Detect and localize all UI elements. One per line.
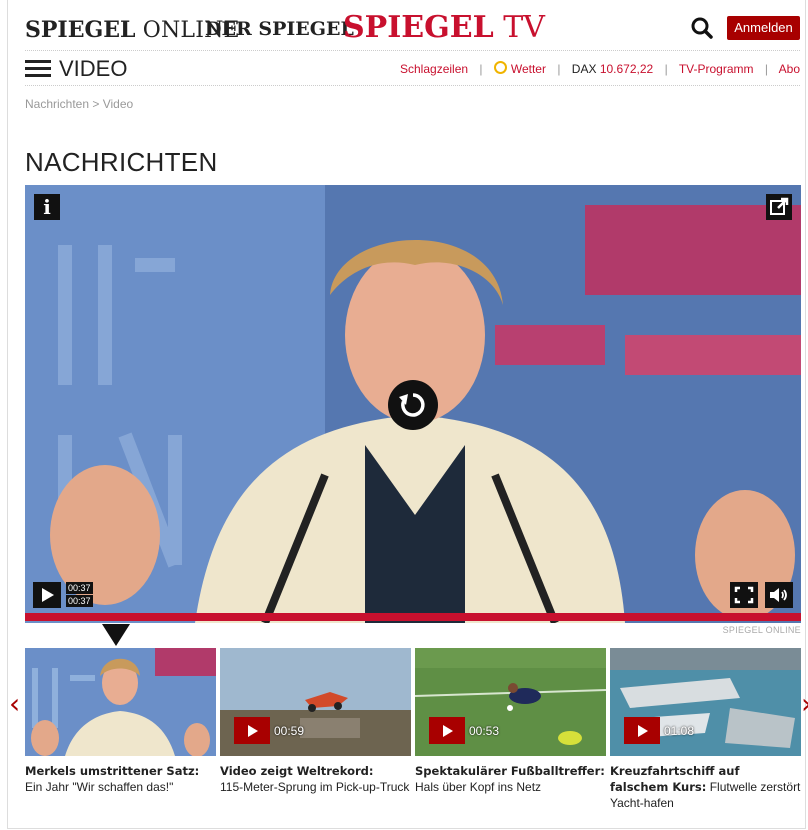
duration-time: 00:37: [66, 595, 93, 607]
separator: |: [479, 62, 483, 76]
playlist-caption: Kreuzfahrtschiff auf falschem Kurs: Flut…: [610, 764, 801, 810]
playlist-prev-arrow[interactable]: ‹: [9, 687, 20, 720]
replay-icon[interactable]: [388, 380, 438, 430]
playlist-item[interactable]: 01:08 Kreuzfahrtschiff auf falschem Kurs…: [610, 648, 801, 811]
thumbnail: 00:53: [415, 648, 606, 756]
brand-row: SPIEGEL ONLINE DER SPIEGEL SPIEGEL TV An…: [25, 10, 800, 50]
playlist-item[interactable]: Merkels umstrittener Satz: Ein Jahr "Wir …: [25, 648, 216, 795]
breadcrumb-video[interactable]: Video: [103, 97, 133, 111]
play-button[interactable]: [33, 582, 61, 608]
video-player[interactable]: i 00:37 00:37: [25, 185, 801, 623]
video-duration: 00:59: [274, 724, 305, 738]
current-video-pointer: [102, 624, 130, 646]
search-icon[interactable]: [690, 16, 714, 40]
video-duration: 00:53: [469, 724, 500, 738]
playlist-item[interactable]: 00:59 Video zeigt Weltrekord: 115-Meter-S…: [220, 648, 411, 795]
video-duration: 01:08: [664, 724, 695, 738]
thumbnail: 00:59: [220, 648, 411, 756]
link-tv-programm[interactable]: TV-Programm: [679, 62, 754, 76]
playlist-caption: Spektakulärer Fußballtreffer: Hals über K…: [415, 764, 605, 794]
top-links: Schlagzeilen | Wetter | DAX 10.672,22 | …: [400, 61, 800, 76]
page-title: NACHRICHTEN: [25, 147, 218, 177]
info-icon[interactable]: i: [34, 194, 60, 220]
playlist-caption: Merkels umstrittener Satz: Ein Jahr "Wir …: [25, 764, 200, 794]
separator: |: [664, 62, 668, 76]
play-icon: [624, 717, 660, 744]
link-abo[interactable]: Abo: [779, 62, 800, 76]
video-credit: SPIEGEL ONLINE: [722, 625, 801, 635]
time-display: 00:37 00:37: [66, 582, 93, 608]
elapsed-time: 00:37: [66, 582, 93, 594]
separator: |: [764, 62, 768, 76]
breadcrumb-nachrichten[interactable]: Nachrichten: [25, 97, 89, 111]
breadcrumb: Nachrichten > Video: [25, 97, 133, 111]
progress-bar[interactable]: [25, 613, 801, 621]
link-schlagzeilen[interactable]: Schlagzeilen: [400, 62, 468, 76]
playlist-item[interactable]: 00:53 Spektakulärer Fußballtreffer: Hals …: [415, 648, 606, 795]
play-icon: [234, 717, 270, 744]
hamburger-menu-icon[interactable]: [25, 60, 51, 78]
share-icon[interactable]: [766, 194, 792, 220]
link-dax[interactable]: DAX 10.672,22: [572, 62, 653, 76]
section-nav: VIDEO Schlagzeilen | Wetter | DAX 10.672…: [25, 50, 800, 86]
breadcrumb-separator: >: [89, 97, 103, 111]
playlist-caption: Video zeigt Weltrekord: 115-Meter-Sprung …: [220, 764, 410, 794]
login-button[interactable]: Anmelden: [727, 16, 800, 40]
sun-icon: [493, 61, 507, 74]
thumbnail: [25, 648, 216, 756]
play-icon: [429, 717, 465, 744]
spiegel-tv-logo[interactable]: SPIEGEL TV: [343, 10, 545, 45]
fullscreen-icon[interactable]: [730, 582, 758, 608]
progress-fill: [25, 613, 801, 621]
section-title[interactable]: VIDEO: [59, 56, 127, 82]
link-wetter[interactable]: Wetter: [493, 61, 546, 76]
der-spiegel-logo[interactable]: DER SPIEGEL: [205, 18, 354, 40]
volume-icon[interactable]: [765, 582, 793, 608]
thumbnail: 01:08: [610, 648, 801, 756]
playlist-next-arrow[interactable]: ›: [801, 687, 808, 720]
separator: |: [557, 62, 561, 76]
